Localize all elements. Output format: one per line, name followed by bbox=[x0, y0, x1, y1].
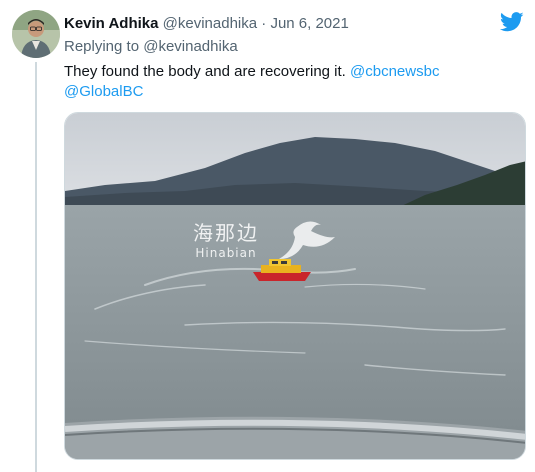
avatar[interactable] bbox=[12, 10, 60, 58]
author-handle[interactable]: @kevinadhika bbox=[163, 15, 257, 32]
watermark-cn: 海那边 bbox=[193, 221, 259, 245]
photo-scene bbox=[65, 113, 525, 459]
author-name[interactable]: Kevin Adhika bbox=[64, 15, 158, 32]
watermark-en: Hinabian bbox=[195, 246, 257, 260]
tweet-photo[interactable]: 海那边 Hinabian bbox=[64, 112, 526, 460]
tweet-card[interactable]: Kevin Adhika @kevinadhika · Jun 6, 2021 … bbox=[0, 0, 535, 472]
tweet-body: They found the body and are recovering i… bbox=[64, 63, 346, 80]
header-separator: · bbox=[261, 15, 267, 32]
tweet-text: They found the body and are recovering i… bbox=[64, 62, 524, 102]
mention-globalbc[interactable]: @GlobalBC bbox=[64, 83, 143, 100]
replying-to-label: Replying to bbox=[64, 38, 140, 55]
replying-to-line: Replying to @kevinadhika bbox=[64, 37, 238, 57]
tweet-header: Kevin Adhika @kevinadhika · Jun 6, 2021 bbox=[64, 14, 349, 34]
mention-cbcnewsbc[interactable]: @cbcnewsbc bbox=[350, 63, 439, 80]
thread-connector-line bbox=[35, 62, 37, 472]
avatar-image bbox=[12, 10, 60, 58]
twitter-bird-icon[interactable] bbox=[500, 12, 524, 32]
watermark: 海那边 Hinabian bbox=[193, 217, 259, 260]
tweet-date[interactable]: Jun 6, 2021 bbox=[270, 15, 348, 32]
replying-to-handle[interactable]: @kevinadhika bbox=[143, 38, 237, 55]
